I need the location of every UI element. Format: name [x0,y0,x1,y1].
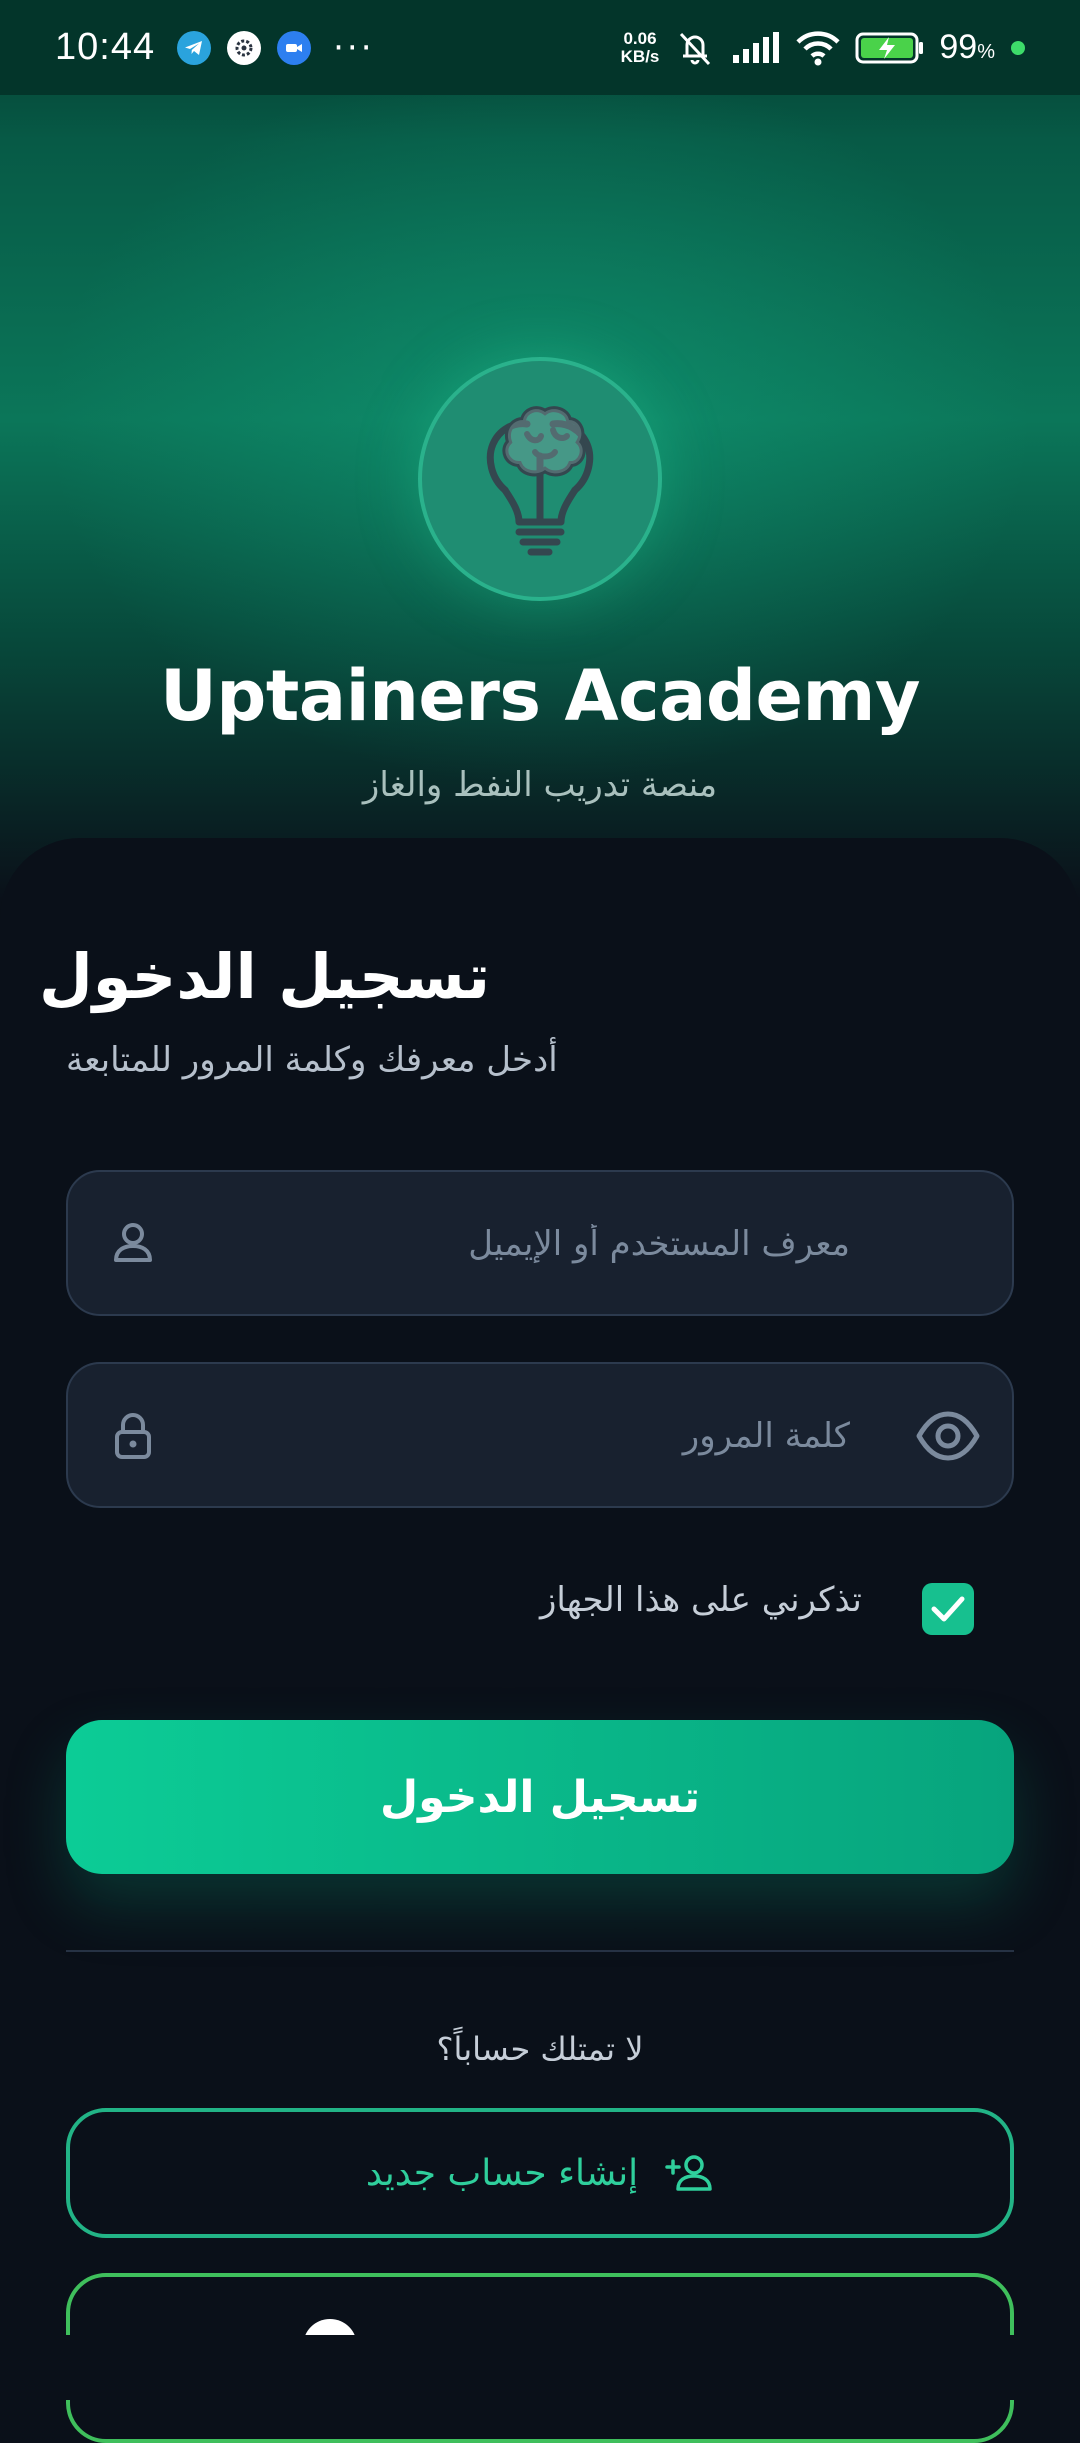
battery-charging-icon [855,31,925,65]
login-button[interactable]: تسجيل الدخول [66,1720,1014,1874]
divider [66,1950,1014,1952]
password-field[interactable] [66,1362,1014,1508]
telegram-icon [177,30,212,65]
bottom-edge [0,2335,1080,2400]
zoom-icon [277,30,312,65]
brand-tagline: منصة تدريب النفط والغاز [362,765,718,805]
lock-icon [115,1413,151,1459]
login-title: تسجيل الدخول [39,940,490,1013]
login-subtitle: أدخل معرفك وكلمة المرور للمتابعة [66,1040,558,1080]
eye-icon[interactable] [916,1406,980,1466]
signal-icon [731,31,781,65]
battery-percentage: 99% [939,28,995,66]
more-notifications-icon: ··· [333,27,375,68]
create-account-button[interactable]: إنشاء حساب جديد [66,2108,1014,2238]
remember-me-label[interactable]: تذكرني على هذا الجهاز [540,1580,862,1620]
network-speed: 0.06 KB/s [620,28,660,66]
active-indicator-dot [1011,40,1025,55]
no-account-prompt: لا تمتلك حساباً؟ [436,2030,644,2068]
username-field[interactable] [66,1170,1014,1316]
check-icon [931,1596,965,1622]
password-input[interactable] [208,1364,852,1508]
status-time: 10:44 [55,26,156,68]
user-plus-icon [665,2155,712,2191]
username-input[interactable] [208,1172,852,1316]
brain-bulb-icon [486,406,594,556]
status-bar: 10:44 ··· 0.06 KB/s 99% [0,0,1080,95]
remember-me-checkbox[interactable] [922,1583,974,1635]
mute-icon [673,28,717,68]
user-icon [114,1223,152,1262]
brand-title: Uptainers Academy [159,655,921,737]
app-logo [418,357,662,601]
create-account-label: إنشاء حساب جديد [365,2152,639,2194]
settings-icon [227,30,262,65]
wifi-icon [795,30,841,66]
